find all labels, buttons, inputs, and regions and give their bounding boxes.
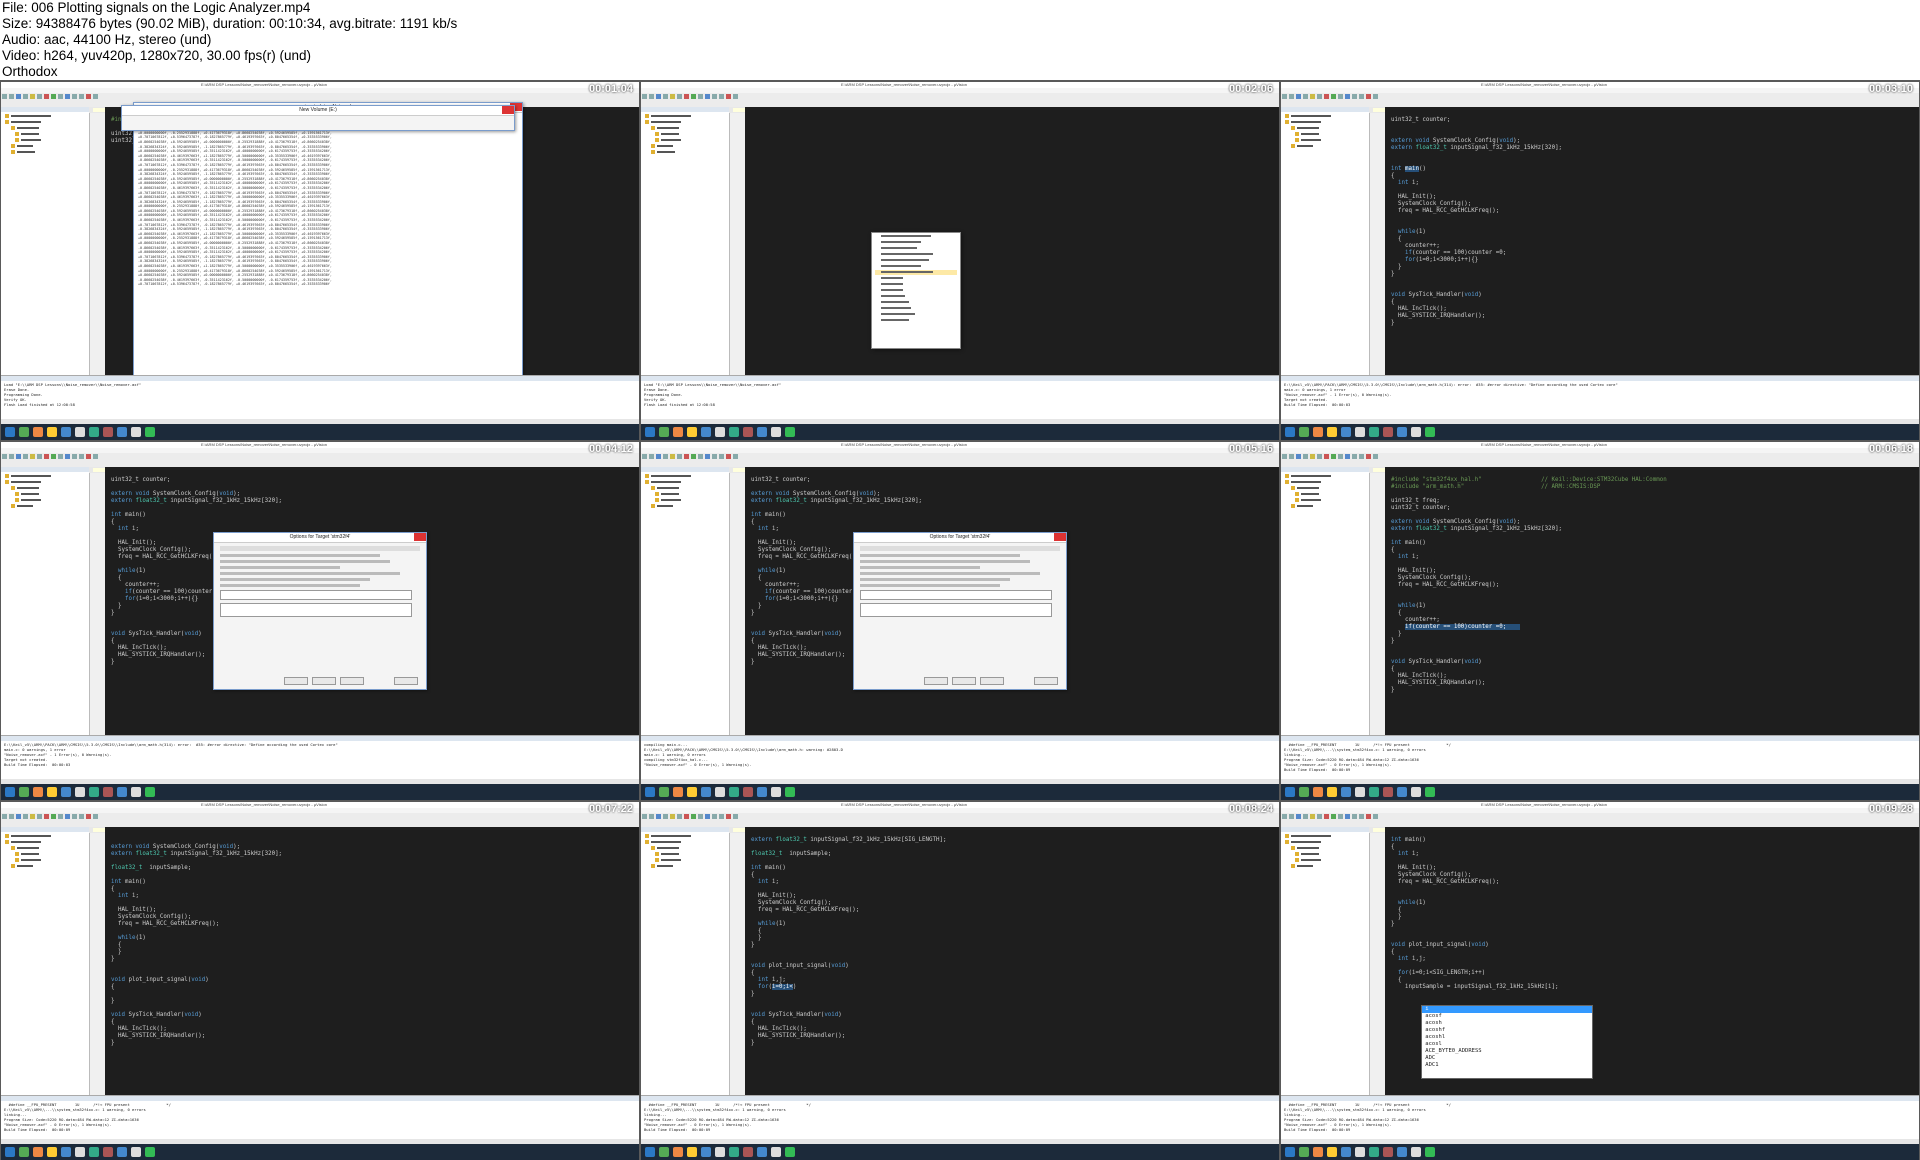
thumbnail-1[interactable]: E:\ARM DSP Lessons\Noise_remover\Noise_r…: [1, 82, 639, 440]
timestamp: 00:02:06: [1228, 83, 1273, 95]
timestamp: 00:09:28: [1868, 803, 1913, 815]
thumbnail-3[interactable]: E:\ARM DSP Lessons\Noise_remover\Noise_r…: [1281, 82, 1919, 440]
audio-info-line: Audio: aac, 44100 Hz, stereo (und): [2, 32, 212, 47]
thumbnail-8[interactable]: E:\ARM DSP Lessons\Noise_remover\Noise_r…: [641, 802, 1279, 1160]
timestamp: 00:03:10: [1868, 83, 1913, 95]
thumbnail-7[interactable]: E:\ARM DSP Lessons\Noise_remover\Noise_r…: [1, 802, 639, 1160]
timestamp: 00:05:16: [1228, 443, 1273, 455]
thumbnail-2[interactable]: E:\ARM DSP Lessons\Noise_remover\Noise_r…: [641, 82, 1279, 440]
thumbnail-grid: E:\ARM DSP Lessons\Noise_remover\Noise_r…: [0, 80, 1920, 1160]
options-for-target-dialog[interactable]: Options for Target 'stm32f4': [853, 532, 1067, 690]
thumbnail-9[interactable]: E:\ARM DSP Lessons\Noise_remover\Noise_r…: [1281, 802, 1919, 1160]
thumbnail-6[interactable]: E:\ARM DSP Lessons\Noise_remover\Noise_r…: [1281, 442, 1919, 800]
notepad-window[interactable]: input_data - Notepad float32_t inputSign…: [133, 102, 523, 396]
autocomplete-list[interactable]: i acosf acosh acoshf acoshl acosl ACE_BY…: [1421, 1005, 1593, 1079]
file-size-line: Size: 94388476 bytes (90.02 MiB), durati…: [2, 16, 458, 31]
file-name-line: File: 006 Plotting signals on the Logic …: [2, 0, 311, 15]
credit-line: Orthodox: [2, 64, 58, 79]
context-menu[interactable]: [871, 232, 961, 349]
video-info-line: Video: h264, yuv420p, 1280x720, 30.00 fp…: [2, 48, 311, 63]
timestamp: 00:07:22: [588, 803, 633, 815]
thumbnail-5[interactable]: E:\ARM DSP Lessons\Noise_remover\Noise_r…: [641, 442, 1279, 800]
thumbnail-4[interactable]: E:\ARM DSP Lessons\Noise_remover\Noise_r…: [1, 442, 639, 800]
timestamp: 00:01:04: [588, 83, 633, 95]
timestamp: 00:04:12: [588, 443, 633, 455]
new-volume-explorer[interactable]: New Volume (E:): [121, 105, 515, 131]
timestamp: 00:06:18: [1868, 443, 1913, 455]
timestamp: 00:08:24: [1228, 803, 1273, 815]
options-for-target-dialog[interactable]: Options for Target 'stm32f4': [213, 532, 427, 690]
video-info-header: File: 006 Plotting signals on the Logic …: [0, 0, 1920, 79]
